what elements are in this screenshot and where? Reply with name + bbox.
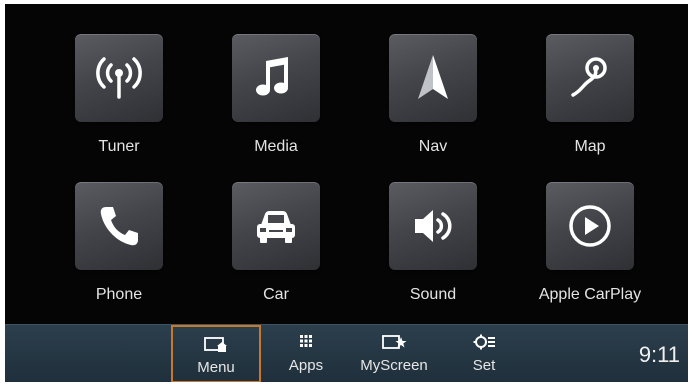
music-note-icon — [256, 57, 288, 96]
myscreen-button-label: MyScreen — [360, 357, 428, 374]
app-label-car: Car — [263, 286, 289, 303]
menu-home-icon — [204, 337, 227, 352]
app-label-apple-carplay: Apple CarPlay — [538, 286, 642, 303]
media-tile[interactable] — [232, 34, 320, 122]
phone-tile[interactable] — [75, 182, 163, 270]
clock: 9:11 — [638, 342, 680, 367]
app-label-media: Media — [254, 138, 298, 155]
app-label-phone: Phone — [95, 286, 143, 303]
set-button[interactable]: Set — [449, 325, 519, 382]
apps-button-label: Apps — [288, 357, 324, 374]
infotainment-screen: Tuner Media Nav Map Phone Car Sound Appl… — [5, 4, 688, 382]
apps-button[interactable]: Apps — [271, 325, 341, 382]
settings-icon — [473, 334, 495, 350]
myscreen-star-icon — [382, 335, 407, 349]
nav-tile[interactable] — [389, 34, 477, 122]
apps-grid-icon — [300, 335, 312, 347]
map-tile[interactable] — [546, 34, 634, 122]
bottom-bar: Menu Apps MyScreen Set 9:11 — [5, 324, 688, 382]
carplay-tile[interactable] — [546, 182, 634, 270]
car-tile[interactable] — [232, 182, 320, 270]
play-circle-icon — [569, 205, 611, 247]
menu-button[interactable]: Menu — [171, 325, 261, 382]
tuner-tile[interactable] — [75, 34, 163, 122]
car-icon — [257, 211, 295, 243]
sound-tile[interactable] — [389, 182, 477, 270]
navigation-arrow-icon — [418, 55, 448, 99]
app-label-tuner: Tuner — [98, 138, 140, 155]
app-label-nav: Nav — [418, 138, 448, 155]
myscreen-button[interactable]: MyScreen — [347, 325, 441, 382]
phone-handset-icon — [100, 207, 138, 246]
radio-tower-icon — [96, 57, 142, 99]
speaker-icon — [415, 210, 452, 242]
app-label-map: Map — [574, 138, 606, 155]
set-button-label: Set — [472, 357, 496, 374]
map-route-icon — [571, 57, 607, 97]
app-label-sound: Sound — [409, 286, 457, 303]
menu-button-label: Menu — [197, 359, 235, 376]
app-grid: Tuner Media Nav Map Phone Car Sound Appl… — [5, 4, 688, 324]
